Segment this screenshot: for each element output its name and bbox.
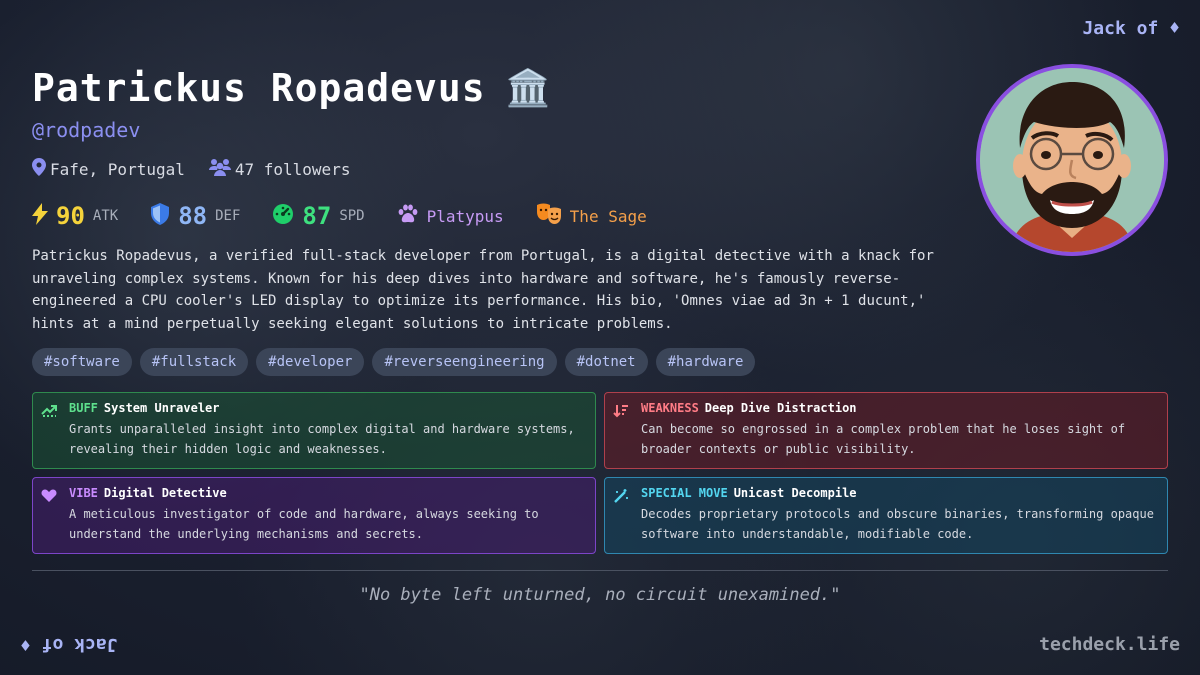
profile-bio: Patrickus Ropadevus, a verified full-sta…	[32, 248, 934, 333]
spirit-animal: Platypus	[397, 204, 504, 228]
tag-hardware[interactable]: #hardware	[655, 348, 756, 376]
profile-name: Patrickus Ropadevus	[32, 66, 486, 110]
weakness-card: WEAKNESS Deep Dive Distraction Can become…	[604, 392, 1168, 469]
sort-descending-icon	[613, 401, 631, 460]
profile-name-row: Patrickus Ropadevus 🏛️	[32, 66, 551, 110]
archetype: The Sage	[536, 203, 647, 229]
special-move-card: SPECIAL MOVE Unicast Decompile Decodes pr…	[604, 477, 1168, 554]
trending-up-icon	[41, 401, 59, 460]
tag-reverseengineering[interactable]: #reverseengineering	[372, 348, 557, 376]
tag-software[interactable]: #software	[32, 348, 132, 376]
spirit-animal-label: Platypus	[426, 206, 504, 226]
spd-value: 87	[302, 202, 332, 230]
buff-description: Grants unparalleled insight into complex…	[69, 422, 575, 456]
def-value: 88	[178, 202, 208, 230]
card-rank-label: Jack of ♦	[1082, 18, 1180, 39]
users-icon	[208, 158, 231, 180]
profile-handle[interactable]: @rodpadev	[32, 118, 140, 142]
weakness-description: Can become so engrossed in a complex pro…	[641, 422, 1126, 456]
tag-list: #software #fullstack #developer #reverse…	[32, 348, 756, 376]
divider	[32, 570, 1168, 571]
magic-wand-icon	[613, 486, 631, 545]
tag-fullstack[interactable]: #fullstack	[139, 348, 249, 376]
speedometer-icon	[272, 203, 294, 229]
spd-label: SPD	[339, 208, 365, 224]
avatar-illustration	[980, 68, 1164, 252]
stat-atk: 90 ATK	[32, 202, 118, 230]
tag-developer[interactable]: #developer	[256, 348, 365, 376]
atk-value: 90	[56, 202, 85, 230]
weakness-kind: WEAKNESS	[641, 401, 699, 415]
buff-kind: BUFF	[69, 401, 98, 415]
lightning-icon	[32, 203, 48, 229]
stats-row: 90 ATK 88 DEF 87 SPD Platypus The Sage	[32, 202, 647, 230]
special-kind: SPECIAL MOVE	[641, 486, 728, 500]
stat-def: 88 DEF	[150, 202, 240, 230]
site-link[interactable]: techdeck.life	[1039, 634, 1180, 655]
special-title: Unicast Decompile	[733, 486, 857, 500]
card-rank-label-inverted: Jack of ♦	[20, 634, 118, 655]
paw-icon	[397, 204, 419, 228]
def-label: DEF	[215, 208, 241, 224]
classical-building-icon: 🏛️	[505, 68, 551, 109]
quote: "No byte left unturned, no circuit unexa…	[359, 585, 841, 605]
weakness-title: Deep Dive Distraction	[704, 401, 857, 415]
tag-dotnet[interactable]: #dotnet	[564, 348, 648, 376]
profile-meta: Fafe, Portugal 47 followers	[32, 158, 350, 180]
buff-card: BUFF System Unraveler Grants unparalleled…	[32, 392, 596, 469]
shield-icon	[150, 203, 170, 229]
followers: 47 followers	[208, 158, 351, 180]
followers-text: 47 followers	[234, 159, 351, 179]
heart-icon	[41, 486, 59, 545]
vibe-title: Digital Detective	[103, 486, 227, 500]
buff-title: System Unraveler	[103, 401, 220, 415]
stat-spd: 87 SPD	[272, 202, 365, 230]
vibe-description: A meticulous investigator of code and ha…	[69, 507, 539, 541]
vibe-card: VIBE Digital Detective A meticulous inves…	[32, 477, 596, 554]
special-description: Decodes proprietary protocols and obscur…	[641, 507, 1154, 541]
location-pin-icon	[32, 158, 46, 180]
theater-masks-icon	[536, 203, 562, 229]
avatar	[976, 64, 1168, 256]
vibe-kind: VIBE	[69, 486, 98, 500]
location: Fafe, Portugal	[32, 158, 185, 180]
atk-label: ATK	[92, 208, 119, 224]
location-text: Fafe, Portugal	[50, 159, 185, 179]
archetype-label: The Sage	[569, 206, 647, 226]
